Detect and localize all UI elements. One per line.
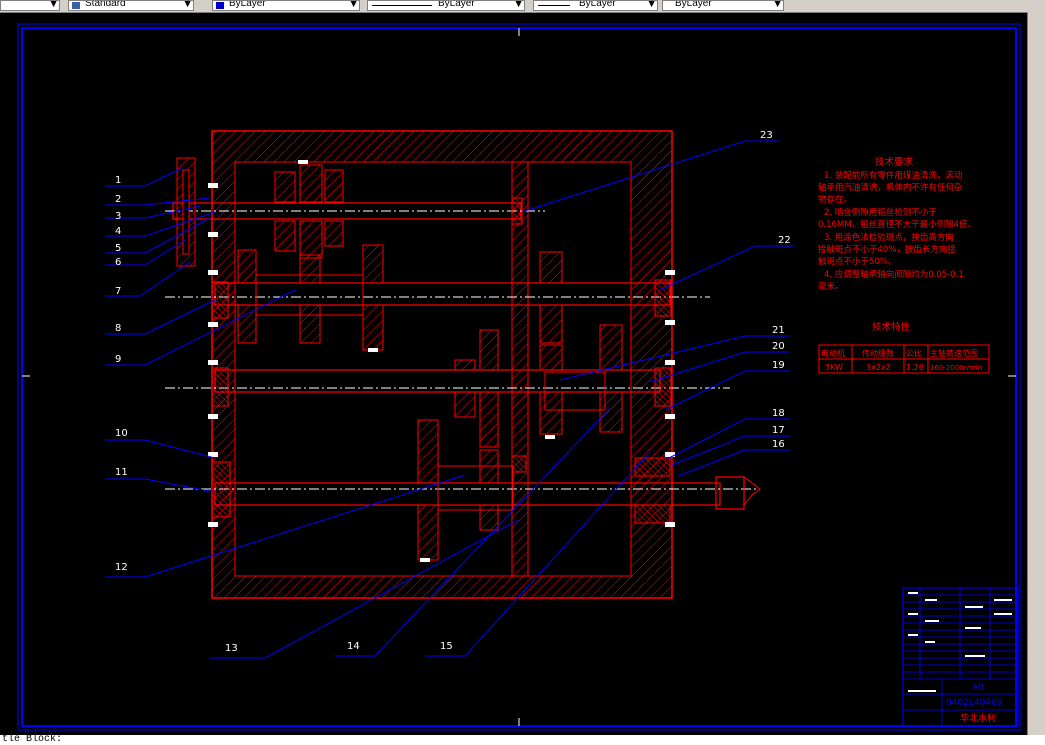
part-label: 1 (115, 175, 121, 186)
title-block-sheet: A0 (972, 683, 984, 693)
part-label: 6 (115, 257, 121, 268)
tech-req-line: 毫米。 (818, 281, 844, 292)
tech-requirements: 技术要求 1. 装配前所有零件用煤油清洗，滚动 轴承用汽油清洗，机体内不许有任何… (818, 156, 976, 292)
toolbar-left-dropdown[interactable]: ▼ (0, 0, 60, 11)
color-value: ByLayer (229, 0, 266, 9)
tech-req-line: 接触斑点不小于40%，按齿长方向接 (818, 244, 956, 255)
shaft-end (743, 476, 761, 507)
plotstyle-dropdown[interactable]: ByLayer ▼ (662, 0, 784, 11)
title-block-code: 0402L40409 (946, 698, 1003, 708)
text-style-icon (72, 2, 80, 9)
chevron-down-icon: ▼ (50, 0, 57, 9)
part-label: 2 (115, 194, 121, 205)
spec-value: 3KW (825, 363, 843, 372)
spec-header: 传动级数 (862, 348, 894, 358)
part-label: 4 (115, 226, 121, 237)
chevron-down-icon: ▼ (184, 0, 191, 9)
chevron-down-icon: ▼ (515, 0, 522, 9)
part-label: 14 (347, 641, 360, 652)
title-block-school: 华北水利 (960, 712, 996, 724)
tech-req-line: 0.16MM，铅丝直径不大于最小侧隙4倍。 (818, 219, 976, 230)
color-dropdown[interactable]: ByLayer ▼ (212, 0, 360, 11)
part-label: 12 (115, 562, 128, 573)
tech-requirements-title: 技术要求 (875, 156, 914, 168)
spec-header: 公比 (906, 348, 922, 358)
spec-value: 1.26 (906, 363, 924, 372)
part-label: 18 (772, 408, 785, 419)
spec-value: 3x2x2 (866, 363, 891, 372)
linetype-preview (372, 5, 432, 6)
tech-specs-title: 技术特性 (872, 321, 911, 333)
part-label: 20 (772, 341, 785, 352)
tech-req-line: 物存在。 (818, 194, 852, 205)
spec-header: 电动机 (821, 348, 845, 358)
tech-req-line: 触斑点不小于50%。 (818, 256, 896, 267)
tech-specs-table: 技术特性 电动机 传动级数 公比 主轴转速范围 3KW 3x2x2 1.26 1… (818, 321, 990, 374)
text-style-value: Standard (85, 0, 126, 9)
drawing-canvas[interactable]: 1 2 3 4 5 6 7 8 9 10 11 12 13 14 15 16 1… (0, 12, 1027, 735)
tech-req-line: 1. 装配前所有零件用煤油清洗，滚动 (824, 170, 963, 181)
color-swatch-icon (216, 2, 224, 9)
spec-header: 主轴转速范围 (930, 348, 978, 358)
linetype-value: ByLayer (438, 0, 475, 9)
command-line[interactable]: tle Block: (0, 735, 1045, 745)
pulley (176, 157, 196, 267)
part-label: 3 (115, 211, 121, 222)
part-label: 11 (115, 467, 128, 478)
lineweight-dropdown[interactable]: ByLayer ▼ (533, 0, 658, 11)
chevron-down-icon: ▼ (774, 0, 781, 9)
part-label: 7 (115, 286, 121, 297)
part-label: 21 (772, 325, 785, 336)
part-label: 19 (772, 360, 785, 371)
lineweight-preview (538, 5, 570, 6)
part-label: 15 (440, 641, 453, 652)
command-line-text: tle Block: (2, 734, 63, 745)
chevron-down-icon: ▼ (648, 0, 655, 9)
tech-req-line: 2. 啮合侧隙用铅丝检测不小于 (824, 207, 937, 218)
title-block: A0 0402L40409 华北水利 (902, 587, 1019, 727)
lineweight-value: ByLayer (579, 0, 616, 9)
part-label: 16 (772, 439, 785, 450)
part-label: 23 (760, 130, 773, 141)
text-style-dropdown[interactable]: Standard ▼ (68, 0, 194, 11)
tech-req-line: 4. 应调整轴承轴向间隙均为0.05-0.1 (824, 269, 964, 280)
part-label: 5 (115, 243, 121, 254)
chevron-down-icon: ▼ (350, 0, 357, 9)
part-label: 17 (772, 425, 785, 436)
spec-value: 160-2000r/min (930, 364, 982, 372)
part-label: 13 (225, 643, 238, 654)
plotstyle-value: ByLayer (675, 0, 712, 9)
tech-req-line: 轴承用汽油清洗，机体内不许有任何杂 (818, 182, 963, 193)
vertical-scrollbar[interactable] (1027, 12, 1045, 745)
part-label: 8 (115, 323, 121, 334)
part-label: 9 (115, 354, 121, 365)
part-label: 22 (778, 235, 791, 246)
tech-req-line: 3. 用涂色法检验斑点，按齿高方向 (824, 232, 954, 243)
part-label: 10 (115, 428, 128, 439)
linetype-dropdown[interactable]: ByLayer ▼ (367, 0, 525, 11)
